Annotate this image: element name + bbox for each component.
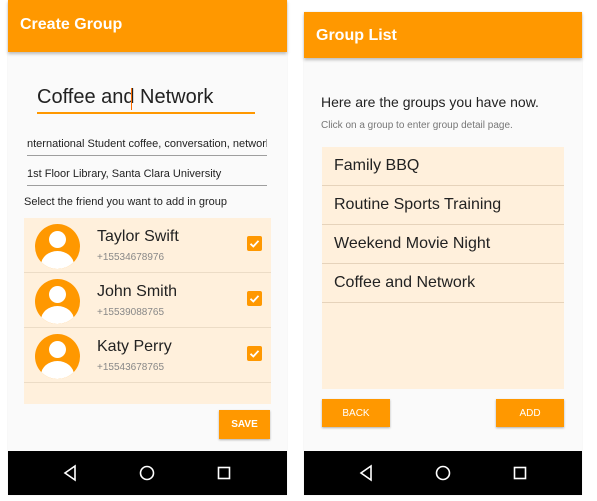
add-button[interactable]: ADD <box>496 399 564 427</box>
app-bar-title: Group List <box>316 27 397 44</box>
friend-phone: +15539088765 <box>97 307 165 318</box>
group-list-screen: Group List Here are the groups you have … <box>304 12 582 495</box>
friend-name: Taylor Swift <box>97 228 179 245</box>
friend-row[interactable]: Taylor Swift +15534678976 <box>24 218 271 273</box>
group-name: Family BBQ <box>334 157 420 174</box>
friend-phone: +15543678765 <box>97 362 165 373</box>
avatar-icon <box>35 224 80 269</box>
friend-phone: +15534678976 <box>97 252 165 263</box>
friend-name: John Smith <box>97 283 178 300</box>
app-bar: Group List <box>304 12 582 58</box>
save-button[interactable]: SAVE <box>219 410 270 439</box>
text-cursor <box>131 88 132 110</box>
group-name: Coffee and Network <box>334 274 476 291</box>
group-list-item[interactable]: Coffee and Network <box>322 264 564 303</box>
group-name-value: Coffee and Network <box>37 86 214 108</box>
system-nav-bar <box>8 451 287 495</box>
friend-name: Katy Perry <box>97 338 172 355</box>
group-list-item[interactable]: Weekend Movie Night <box>322 225 564 264</box>
checkmark-icon <box>249 240 260 248</box>
group-description-input[interactable]: nternational Student coffee, conversatio… <box>27 138 267 156</box>
group-location-input[interactable]: 1st Floor Library, Santa Clara Universit… <box>27 168 267 186</box>
home-circle-icon[interactable] <box>138 464 156 482</box>
group-list-item[interactable]: Family BBQ <box>322 147 564 186</box>
avatar-icon <box>35 279 80 324</box>
friend-checkbox[interactable] <box>247 291 262 306</box>
system-nav-bar <box>304 451 582 495</box>
groups-heading: Here are the groups you have now. <box>321 94 539 110</box>
group-list-item[interactable]: Routine Sports Training <box>322 186 564 225</box>
friend-list: Taylor Swift +15534678976 John Smith +15… <box>24 218 271 404</box>
create-group-screen: Create Group Coffee and Network nternati… <box>8 0 287 495</box>
recents-square-icon[interactable] <box>215 464 233 482</box>
app-bar-title: Create Group <box>20 16 123 33</box>
checkmark-icon <box>249 350 260 358</box>
groups-subheading: Click on a group to enter group detail p… <box>321 120 513 131</box>
friend-row[interactable]: Katy Perry +15543678765 <box>24 328 271 383</box>
friend-select-instruction: Select the friend you want to add in gro… <box>24 196 228 208</box>
friend-checkbox[interactable] <box>247 236 262 251</box>
recents-square-icon[interactable] <box>511 464 529 482</box>
friend-row[interactable]: John Smith +15539088765 <box>24 273 271 328</box>
back-triangle-icon[interactable] <box>357 464 375 482</box>
friend-checkbox[interactable] <box>247 346 262 361</box>
checkmark-icon <box>249 295 260 303</box>
back-triangle-icon[interactable] <box>61 464 79 482</box>
home-circle-icon[interactable] <box>434 464 452 482</box>
group-list: Family BBQ Routine Sports Training Weeke… <box>322 147 564 389</box>
avatar-icon <box>35 334 80 379</box>
group-name-input[interactable]: Coffee and Network <box>37 86 255 114</box>
back-button[interactable]: BACK <box>322 399 390 427</box>
app-bar: Create Group <box>8 0 287 52</box>
group-name: Routine Sports Training <box>334 196 502 213</box>
group-name: Weekend Movie Night <box>334 235 491 252</box>
